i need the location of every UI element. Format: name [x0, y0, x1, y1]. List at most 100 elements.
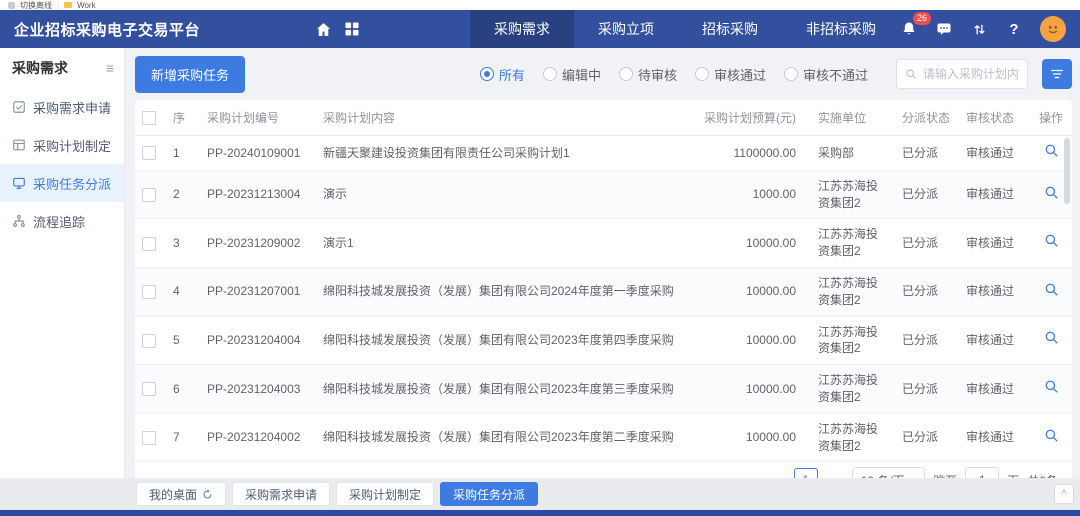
cell-plan-content: 新疆天聚建设投资集团有限责任公司采购计划1: [313, 136, 690, 171]
message-icon[interactable]: [935, 20, 953, 38]
view-detail-icon[interactable]: [1044, 233, 1059, 248]
table-row[interactable]: 7 PP-20231204002 绵阳科技城发展投资（发展）集团有限公司2023…: [135, 413, 1072, 462]
table-row[interactable]: 1 PP-20240109001 新疆天聚建设投资集团有限责任公司采购计划1 1…: [135, 136, 1072, 171]
bottom-tab-my-desktop[interactable]: 我的桌面: [136, 482, 226, 506]
collapse-corner-button[interactable]: ^: [1054, 484, 1074, 504]
sort-arrows-icon[interactable]: [970, 20, 988, 38]
cell-plan-code: PP-20231204002: [197, 413, 313, 462]
cell-audit-status: 审核通过: [956, 365, 1030, 414]
filter-radio-rejected[interactable]: 审核不通过: [784, 65, 868, 84]
sidebar-item-label: 采购计划制定: [33, 136, 111, 155]
cell-budget: 10000.00: [690, 316, 808, 365]
table-row[interactable]: 3 PP-20231209002 演示1 10000.00 江苏苏海投资集团2 …: [135, 219, 1072, 268]
view-detail-icon[interactable]: [1044, 428, 1059, 443]
bottom-tab-bar: 我的桌面 采购需求申请 采购计划制定 采购任务分派 ^: [0, 478, 1080, 510]
cell-budget: 10000.00: [690, 267, 808, 316]
cell-dispatch-status: 已分派: [892, 316, 956, 365]
view-detail-icon[interactable]: [1044, 379, 1059, 394]
col-header-unit: 实施单位: [808, 100, 892, 136]
view-detail-icon[interactable]: [1044, 282, 1059, 297]
cell-plan-code: PP-20231204003: [197, 365, 313, 414]
cell-plan-code: PP-20231209002: [197, 219, 313, 268]
bookmark-item[interactable]: 切换离线: [20, 0, 52, 10]
notification-badge: 26: [913, 12, 931, 25]
cell-audit-status: 审核通过: [956, 170, 1030, 219]
col-header-content: 采购计划内容: [313, 100, 690, 136]
filter-radio-approved[interactable]: 审核通过: [695, 65, 766, 84]
current-page-button[interactable]: 1: [794, 468, 818, 478]
plan-table: 序 采购计划编号 采购计划内容 采购计划预算(元) 实施单位 分派状态 审核状态…: [135, 100, 1072, 462]
cell-plan-code: PP-20231204004: [197, 316, 313, 365]
filter-radio-editing[interactable]: 编辑中: [543, 65, 601, 84]
add-task-button[interactable]: 新增采购任务: [135, 56, 245, 93]
browser-bookmarks-bar: 切换离线 | Work: [0, 0, 1080, 10]
sidebar-title: 采购需求: [12, 58, 68, 78]
row-checkbox[interactable]: [142, 431, 156, 445]
cell-budget: 1000.00: [690, 170, 808, 219]
sidebar-item-plan-making[interactable]: 采购计划制定: [0, 126, 124, 164]
row-checkbox[interactable]: [142, 237, 156, 251]
sidebar-item-demand-request[interactable]: 采购需求申请: [0, 88, 124, 126]
cell-unit: 江苏苏海投资集团2: [808, 170, 892, 219]
cell-plan-code: PP-20231207001: [197, 267, 313, 316]
row-checkbox[interactable]: [142, 334, 156, 348]
view-detail-icon[interactable]: [1044, 185, 1059, 200]
cell-audit-status: 审核通过: [956, 316, 1030, 365]
search-input[interactable]: [923, 67, 1019, 81]
view-detail-icon[interactable]: [1044, 330, 1059, 345]
app-title: 企业招标采购电子交易平台: [14, 19, 200, 40]
bookmark-folder[interactable]: Work: [77, 1, 96, 10]
nav-tab-procurement-initiation[interactable]: 采购立项: [574, 10, 678, 48]
table-row[interactable]: 6 PP-20231204003 绵阳科技城发展投资（发展）集团有限公司2023…: [135, 365, 1072, 414]
filter-radio-all[interactable]: 所有: [480, 65, 525, 84]
jump-page-input[interactable]: [965, 467, 999, 478]
table-row[interactable]: 5 PP-20231204004 绵阳科技城发展投资（发展）集团有限公司2023…: [135, 316, 1072, 365]
row-checkbox[interactable]: [142, 188, 156, 202]
flow-icon: [12, 214, 26, 228]
col-header-code: 采购计划编号: [197, 100, 313, 136]
row-checkbox[interactable]: [142, 285, 156, 299]
sidebar-item-task-dispatch[interactable]: 采购任务分派: [0, 164, 124, 202]
filter-radio-pending-audit[interactable]: 待审核: [619, 65, 677, 84]
nav-tab-procurement-demand[interactable]: 采购需求: [470, 10, 574, 48]
table-row[interactable]: 4 PP-20231207001 绵阳科技城发展投资（发展）集团有限公司2024…: [135, 267, 1072, 316]
page-unit-label: 页: [1007, 472, 1019, 478]
user-avatar[interactable]: [1040, 16, 1066, 42]
col-header-budget: 采购计划预算(元): [690, 100, 808, 136]
extension-icon[interactable]: [8, 2, 15, 9]
cell-audit-status: 审核通过: [956, 219, 1030, 268]
bottom-tab-plan-making[interactable]: 采购计划制定: [336, 482, 434, 506]
row-checkbox[interactable]: [142, 146, 156, 160]
notification-bell-icon[interactable]: 26: [900, 20, 918, 38]
nav-tab-bidding-procurement[interactable]: 招标采购: [678, 10, 782, 48]
view-detail-icon[interactable]: [1044, 143, 1059, 158]
sidebar-item-process-trace[interactable]: 流程追踪: [0, 202, 124, 240]
sidebar-item-label: 流程追踪: [33, 212, 85, 231]
cell-plan-code: PP-20240109001: [197, 136, 313, 171]
bottom-tab-demand-request[interactable]: 采购需求申请: [232, 482, 330, 506]
nav-tab-non-bidding-procurement[interactable]: 非招标采购: [782, 10, 900, 48]
cell-unit: 江苏苏海投资集团2: [808, 219, 892, 268]
home-icon[interactable]: [315, 20, 332, 38]
cell-budget: 10000.00: [690, 413, 808, 462]
select-all-checkbox[interactable]: [142, 111, 156, 125]
next-page-button[interactable]: ›: [826, 472, 844, 478]
table-scrollbar[interactable]: [1064, 138, 1070, 204]
main-content: 新增采购任务 所有 编辑中 待审核 审核通过: [125, 48, 1080, 478]
advanced-search-button[interactable]: [1042, 59, 1072, 89]
cell-audit-status: 审核通过: [956, 136, 1030, 171]
app-header: 企业招标采购电子交易平台 采购需求 采购立项 招标采购 非招标采购 26: [0, 10, 1080, 48]
bottom-tab-task-dispatch[interactable]: 采购任务分派: [440, 482, 538, 506]
help-icon[interactable]: ?: [1005, 20, 1023, 38]
cell-audit-status: 审核通过: [956, 267, 1030, 316]
refresh-icon[interactable]: [202, 489, 213, 500]
row-checkbox[interactable]: [142, 382, 156, 396]
apps-grid-icon[interactable]: [344, 20, 360, 38]
jump-label: 跳至: [933, 472, 957, 478]
cell-dispatch-status: 已分派: [892, 413, 956, 462]
table-row[interactable]: 2 PP-20231213004 演示 1000.00 江苏苏海投资集团2 已分…: [135, 170, 1072, 219]
prev-page-button[interactable]: ‹: [768, 472, 786, 478]
page-size-select[interactable]: 10 条/页 ▾: [852, 467, 926, 478]
cell-budget: 10000.00: [690, 365, 808, 414]
sidebar-collapse-icon[interactable]: ≡: [106, 60, 114, 76]
